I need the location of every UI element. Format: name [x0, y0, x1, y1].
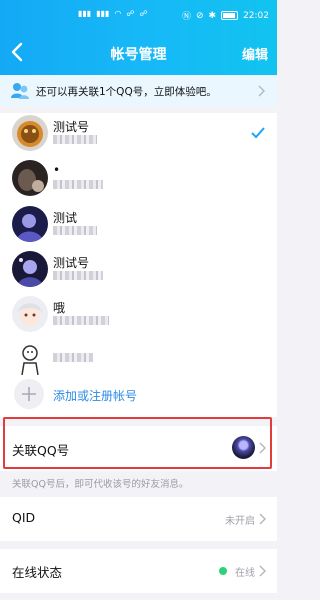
wifi-icon: ◠	[114, 9, 122, 18]
add-icon	[14, 379, 44, 409]
qid-label: QID	[12, 510, 36, 525]
signal-icon: ☍	[139, 9, 148, 18]
battery-icon	[221, 11, 239, 20]
account-list: 测试号 • 测试 测试号 哦 添加或注册帐号	[0, 113, 277, 417]
signal-icon: ▮▮▮	[96, 9, 110, 18]
checkmark-icon	[251, 127, 265, 139]
avatar	[12, 251, 48, 287]
header: ▮▮▮ ▮▮▮ ◠ ☍ ☍ Ⓝ ⊘ ✱ 22:02 帐号管理 编辑	[0, 0, 277, 75]
qid-row[interactable]: QID 未开启	[0, 497, 277, 541]
account-number-redacted	[53, 226, 97, 235]
account-item[interactable]	[0, 339, 277, 384]
mute-icon: ⊘	[195, 10, 204, 21]
multi-account-icon	[11, 83, 29, 99]
chevron-right-icon	[258, 85, 265, 97]
status-right: Ⓝ ⊘ ✱ 22:02	[181, 9, 269, 23]
account-item[interactable]: 测试	[0, 204, 277, 249]
signal-icon: ☍	[126, 9, 135, 18]
notice-text: 还可以再关联1个QQ号，立即体验吧。	[36, 86, 217, 98]
avatar	[12, 206, 48, 242]
linked-qq-description: 关联QQ号后，即可代收该号的好友消息。	[12, 479, 189, 490]
qid-value: 未开启	[225, 516, 255, 527]
account-item[interactable]: 测试号	[0, 113, 277, 158]
edit-button[interactable]: 编辑	[242, 44, 268, 63]
notice-banner[interactable]: 还可以再关联1个QQ号，立即体验吧。	[0, 75, 277, 106]
nfc-icon: Ⓝ	[181, 12, 191, 22]
chevron-right-icon	[259, 565, 266, 577]
online-status-value: 在线	[235, 568, 255, 579]
highlight-box	[3, 417, 272, 469]
page-title: 帐号管理	[110, 47, 167, 63]
online-status-label: 在线状态	[12, 565, 63, 580]
account-number-redacted	[53, 180, 103, 189]
account-name: 哦	[53, 301, 66, 315]
online-dot	[219, 567, 227, 575]
account-item[interactable]: 测试号	[0, 249, 277, 294]
add-account-label: 添加或注册帐号	[53, 389, 138, 403]
account-name: 测试	[53, 211, 78, 225]
account-item[interactable]: 哦	[0, 294, 277, 339]
account-item[interactable]: •	[0, 158, 277, 203]
status-bar: ▮▮▮ ▮▮▮ ◠ ☍ ☍ Ⓝ ⊘ ✱ 22:02	[0, 0, 277, 30]
signal-indicators: ▮▮▮ ▮▮▮ ◠ ☍ ☍	[78, 9, 148, 18]
add-account-button[interactable]: 添加或注册帐号	[0, 379, 277, 417]
chevron-right-icon	[259, 513, 266, 525]
avatar	[12, 296, 48, 332]
online-status-row[interactable]: 在线状态 在线	[0, 549, 277, 593]
account-name: 测试号	[53, 120, 90, 134]
account-number-redacted	[53, 353, 93, 362]
bluetooth-icon: ✱	[208, 10, 217, 21]
nav-bar: 帐号管理 编辑	[0, 30, 277, 75]
clock: 22:02	[243, 10, 269, 21]
avatar	[12, 115, 48, 151]
account-name: 测试号	[53, 256, 90, 270]
account-number-redacted	[53, 271, 103, 280]
account-number-redacted	[53, 135, 97, 144]
avatar	[12, 160, 48, 196]
account-name: •	[53, 163, 61, 177]
avatar	[12, 341, 48, 377]
account-number-redacted	[53, 316, 109, 325]
signal-icon: ▮▮▮	[78, 9, 92, 18]
